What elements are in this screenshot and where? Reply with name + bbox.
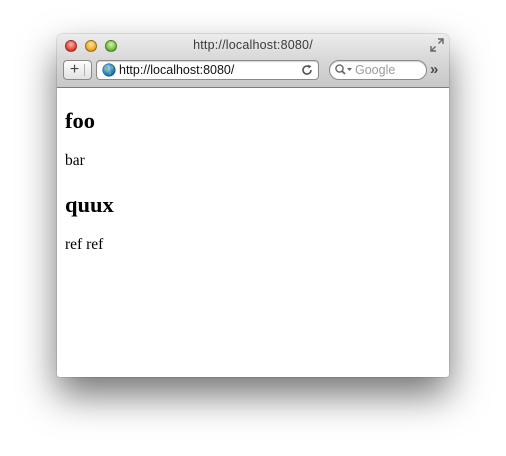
fullscreen-icon[interactable] [430, 38, 444, 52]
search-input[interactable] [355, 62, 423, 78]
page-content: foo bar quux ref ref [57, 88, 449, 377]
heading-quux: quux [65, 192, 114, 217]
paragraph-ref: ref ref [65, 236, 104, 253]
reload-icon[interactable] [300, 63, 314, 77]
browser-toolbar: http://localhost:8080/ + http://localhos… [57, 34, 449, 88]
address-text: http://localhost:8080/ [119, 63, 235, 77]
add-label: + [69, 61, 80, 78]
search-field[interactable] [329, 60, 427, 80]
browser-window: http://localhost:8080/ + http://localhos… [57, 34, 449, 377]
heading-foo: foo [65, 108, 95, 133]
toolbar-overflow-button[interactable]: » [430, 62, 446, 78]
button-divider [84, 64, 85, 76]
magnifier-icon[interactable] [334, 63, 354, 77]
add-bookmark-button[interactable]: + [63, 60, 92, 80]
globe-icon [102, 63, 116, 77]
address-bar[interactable]: http://localhost:8080/ [96, 60, 319, 80]
window-title: http://localhost:8080/ [193, 38, 313, 52]
paragraph-bar: bar [65, 152, 85, 169]
desktop-background: http://localhost:8080/ + http://localhos… [0, 0, 506, 456]
